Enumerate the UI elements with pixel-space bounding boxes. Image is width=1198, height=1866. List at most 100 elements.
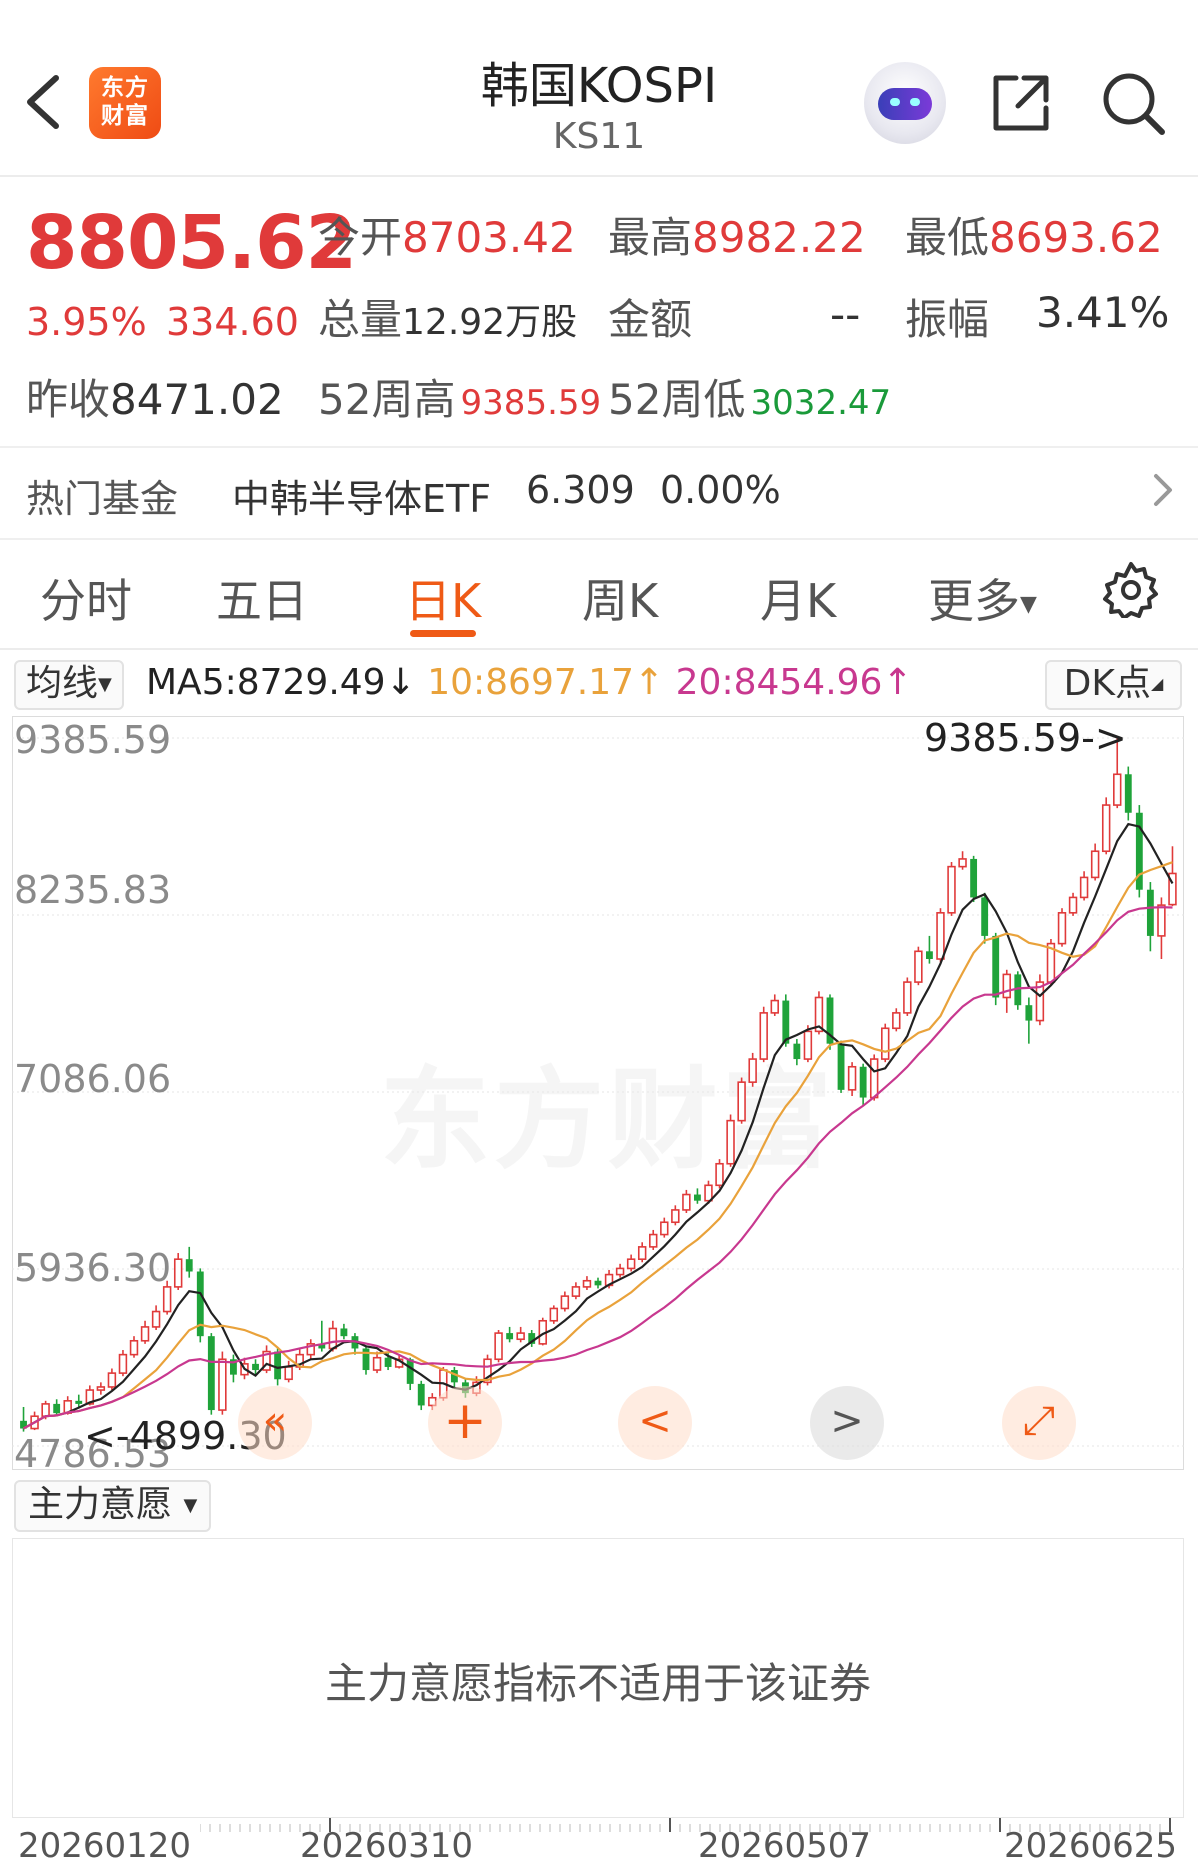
hot-fund-row[interactable]: 热门基金 中韩半导体ETF 6.309 0.00% — [0, 448, 1198, 538]
candle — [560, 1291, 570, 1312]
scroll-left-fast-button[interactable]: « — [238, 1386, 312, 1460]
change-amount: 334.60 — [166, 300, 299, 344]
tab-five-day[interactable]: 五日 — [216, 565, 308, 631]
y-tick-label: 7086.06 — [14, 1057, 172, 1101]
candle — [118, 1350, 128, 1377]
app-logo: 东方 财富 — [89, 67, 161, 139]
ma10-line — [22, 861, 1173, 1430]
chevron-left-icon: < — [638, 1398, 672, 1444]
change-percent: 3.95% — [26, 300, 147, 344]
candle — [892, 1008, 901, 1032]
candle — [1068, 892, 1078, 916]
candle — [549, 1305, 559, 1324]
chevron-right-icon: > — [830, 1398, 864, 1444]
plus-icon: + — [443, 1391, 487, 1451]
tab-daily-k[interactable]: 日K — [405, 565, 481, 631]
tab-intraday[interactable]: 分时 — [40, 565, 132, 631]
main-force-selector[interactable]: 主力意愿 ▼ — [14, 1480, 212, 1532]
kline-canvas — [12, 737, 1184, 1447]
candle — [318, 1320, 326, 1352]
candle — [129, 1336, 139, 1358]
amount-label: 金额 — [608, 295, 693, 344]
candle — [1079, 871, 1089, 901]
amplitude-label: 振幅 — [905, 295, 990, 344]
candle — [140, 1320, 150, 1344]
ma5-arrow-icon: ↓ — [385, 662, 416, 703]
candle — [1025, 997, 1033, 1044]
caret-down-icon: ▼ — [183, 1495, 198, 1516]
gear-icon[interactable] — [1102, 560, 1160, 622]
candle — [770, 994, 779, 1016]
dk-point-button[interactable]: DK点◢ — [1045, 660, 1182, 710]
low-value: 8693.62 — [989, 213, 1163, 262]
volume-value: 12.92万股 — [402, 302, 578, 343]
high-label: 最高 — [608, 213, 693, 262]
open-value: 8703.42 — [402, 213, 576, 262]
amplitude-value: 3.41% — [1036, 288, 1170, 337]
candle — [1101, 797, 1111, 855]
tab-more[interactable]: 更多▼ — [928, 565, 1037, 631]
ticker-code: KS11 — [552, 116, 646, 157]
candle — [372, 1351, 382, 1374]
open-block: 今开8703.42 — [318, 204, 576, 265]
zoom-in-button[interactable]: + — [428, 1386, 502, 1460]
x-date-label: 20260507 — [698, 1826, 872, 1866]
back-icon[interactable] — [22, 72, 66, 132]
candle — [185, 1246, 193, 1278]
candle — [406, 1357, 414, 1391]
candle — [637, 1242, 647, 1263]
candle — [847, 1062, 857, 1097]
candle — [947, 862, 956, 916]
scroll-right-button[interactable]: > — [810, 1386, 884, 1460]
candle — [1146, 882, 1154, 952]
candle — [230, 1354, 237, 1383]
candle — [793, 1039, 801, 1066]
candle — [837, 1040, 845, 1093]
ma-selector[interactable]: 均线▼ — [14, 660, 124, 710]
candle — [594, 1277, 602, 1289]
ma5-value: MA5:8729.49 — [146, 662, 386, 703]
prev-close-label: 昨收 — [26, 375, 111, 424]
active-tab-indicator — [410, 630, 476, 637]
candle — [196, 1268, 204, 1343]
high-value: 8982.22 — [692, 213, 866, 262]
candle — [748, 1052, 757, 1087]
fullscreen-button[interactable]: ⤢ — [1002, 1386, 1076, 1460]
tab-monthly-k[interactable]: 月K — [760, 565, 836, 631]
amplitude-block: 振幅 — [905, 286, 989, 347]
volume-block: 总量12.92万股 — [318, 286, 577, 347]
wk52-low-block: 52周低 3032.47 — [608, 366, 891, 427]
caret-down-icon: ▼ — [1020, 592, 1037, 617]
ma10-arrow-icon: ↑ — [634, 662, 665, 703]
candle — [649, 1229, 658, 1250]
tab-weekly-k[interactable]: 周K — [582, 565, 658, 631]
ma20-line — [22, 906, 1173, 1430]
candle — [715, 1159, 724, 1189]
ma10-value: 10:8697.17 — [427, 662, 635, 703]
volume-label: 总量 — [318, 295, 403, 344]
x-date-label: 20260120 — [18, 1826, 192, 1866]
candle — [351, 1333, 359, 1355]
assistant-robot-icon[interactable] — [864, 62, 946, 144]
candle — [626, 1254, 636, 1272]
share-icon[interactable] — [988, 70, 1054, 136]
search-icon[interactable] — [1098, 68, 1168, 138]
candle — [981, 892, 989, 944]
caret-down-icon: ▼ — [98, 674, 112, 695]
candle — [926, 935, 933, 964]
last-price: 8805.62 — [26, 200, 357, 286]
candle — [726, 1114, 735, 1167]
y-tick-label: 5936.30 — [14, 1246, 172, 1290]
amount-value: -- — [830, 290, 861, 339]
candle — [1046, 938, 1056, 986]
scroll-left-button[interactable]: < — [618, 1386, 692, 1460]
candle — [1014, 971, 1022, 1010]
not-applicable-message: 主力意愿指标不适用于该证券 — [324, 1659, 871, 1708]
wk52-low-label: 52周低 — [608, 375, 746, 424]
candle — [903, 977, 912, 1016]
candle — [340, 1323, 348, 1340]
wk52-high-block: 52周高 9385.59 — [318, 366, 601, 427]
hot-fund-name: 中韩半导体ETF — [232, 477, 492, 521]
candle — [284, 1360, 293, 1383]
dk-point-label: DK点 — [1063, 663, 1152, 704]
